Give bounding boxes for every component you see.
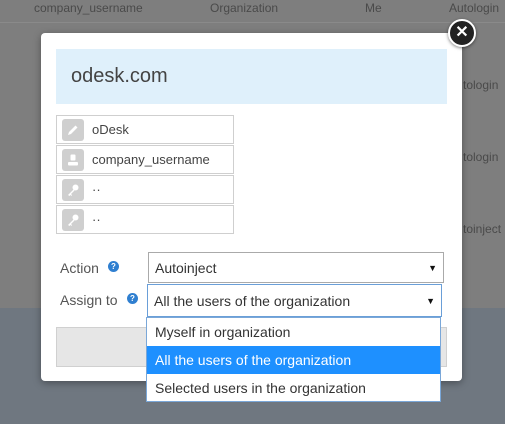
option-selected-users[interactable]: Selected users in the organization (147, 374, 440, 402)
action-label: Action (60, 260, 99, 276)
action-select[interactable]: Autoinject ▼ (148, 252, 444, 283)
name-value: oDesk (92, 122, 129, 137)
action-selected-value: Autoinject (155, 259, 217, 276)
password-value: ·· (92, 182, 101, 197)
dropdown-arrow-icon: ▼ (426, 295, 435, 306)
user-icon (62, 148, 84, 171)
username-value: company_username (92, 152, 210, 167)
modal-title: odesk.com (71, 65, 168, 87)
name-field[interactable]: oDesk (56, 115, 234, 144)
close-icon[interactable]: ✕ (448, 19, 476, 47)
option-all-users[interactable]: All the users of the organization (147, 346, 440, 374)
password-confirm-field[interactable]: ·· (56, 205, 234, 234)
bg-divider (0, 22, 505, 23)
password-confirm-value: ·· (92, 212, 101, 227)
key-icon (62, 208, 84, 231)
modal-title-box: odesk.com (56, 49, 447, 104)
assign-to-label: Assign to (60, 292, 118, 308)
assign-to-selected-value: All the users of the organization (154, 292, 351, 309)
bg-cell-autoinject: toinject (463, 222, 502, 236)
username-field[interactable]: company_username (56, 145, 234, 174)
dropdown-arrow-icon: ▼ (428, 262, 437, 273)
assign-to-options-list: Myself in organization All the users of … (146, 317, 441, 402)
bg-cell-autologin: tologin (463, 150, 499, 164)
credential-fields: oDesk company_username ·· ·· (56, 115, 234, 235)
key-icon (62, 178, 84, 201)
assign-to-select[interactable]: All the users of the organization ▼ (147, 284, 442, 317)
pencil-icon (62, 118, 84, 141)
help-icon[interactable]: ? (108, 261, 119, 272)
bg-header-organization: Organization (210, 1, 279, 15)
password-field[interactable]: ·· (56, 175, 234, 204)
bg-cell-autologin: tologin (463, 78, 499, 92)
bg-header-autologin: Autologin (449, 1, 500, 15)
bg-header-me: Me (365, 1, 382, 15)
bg-header-company-username: company_username (34, 1, 143, 15)
option-myself[interactable]: Myself in organization (147, 318, 440, 346)
help-icon[interactable]: ? (127, 293, 138, 304)
